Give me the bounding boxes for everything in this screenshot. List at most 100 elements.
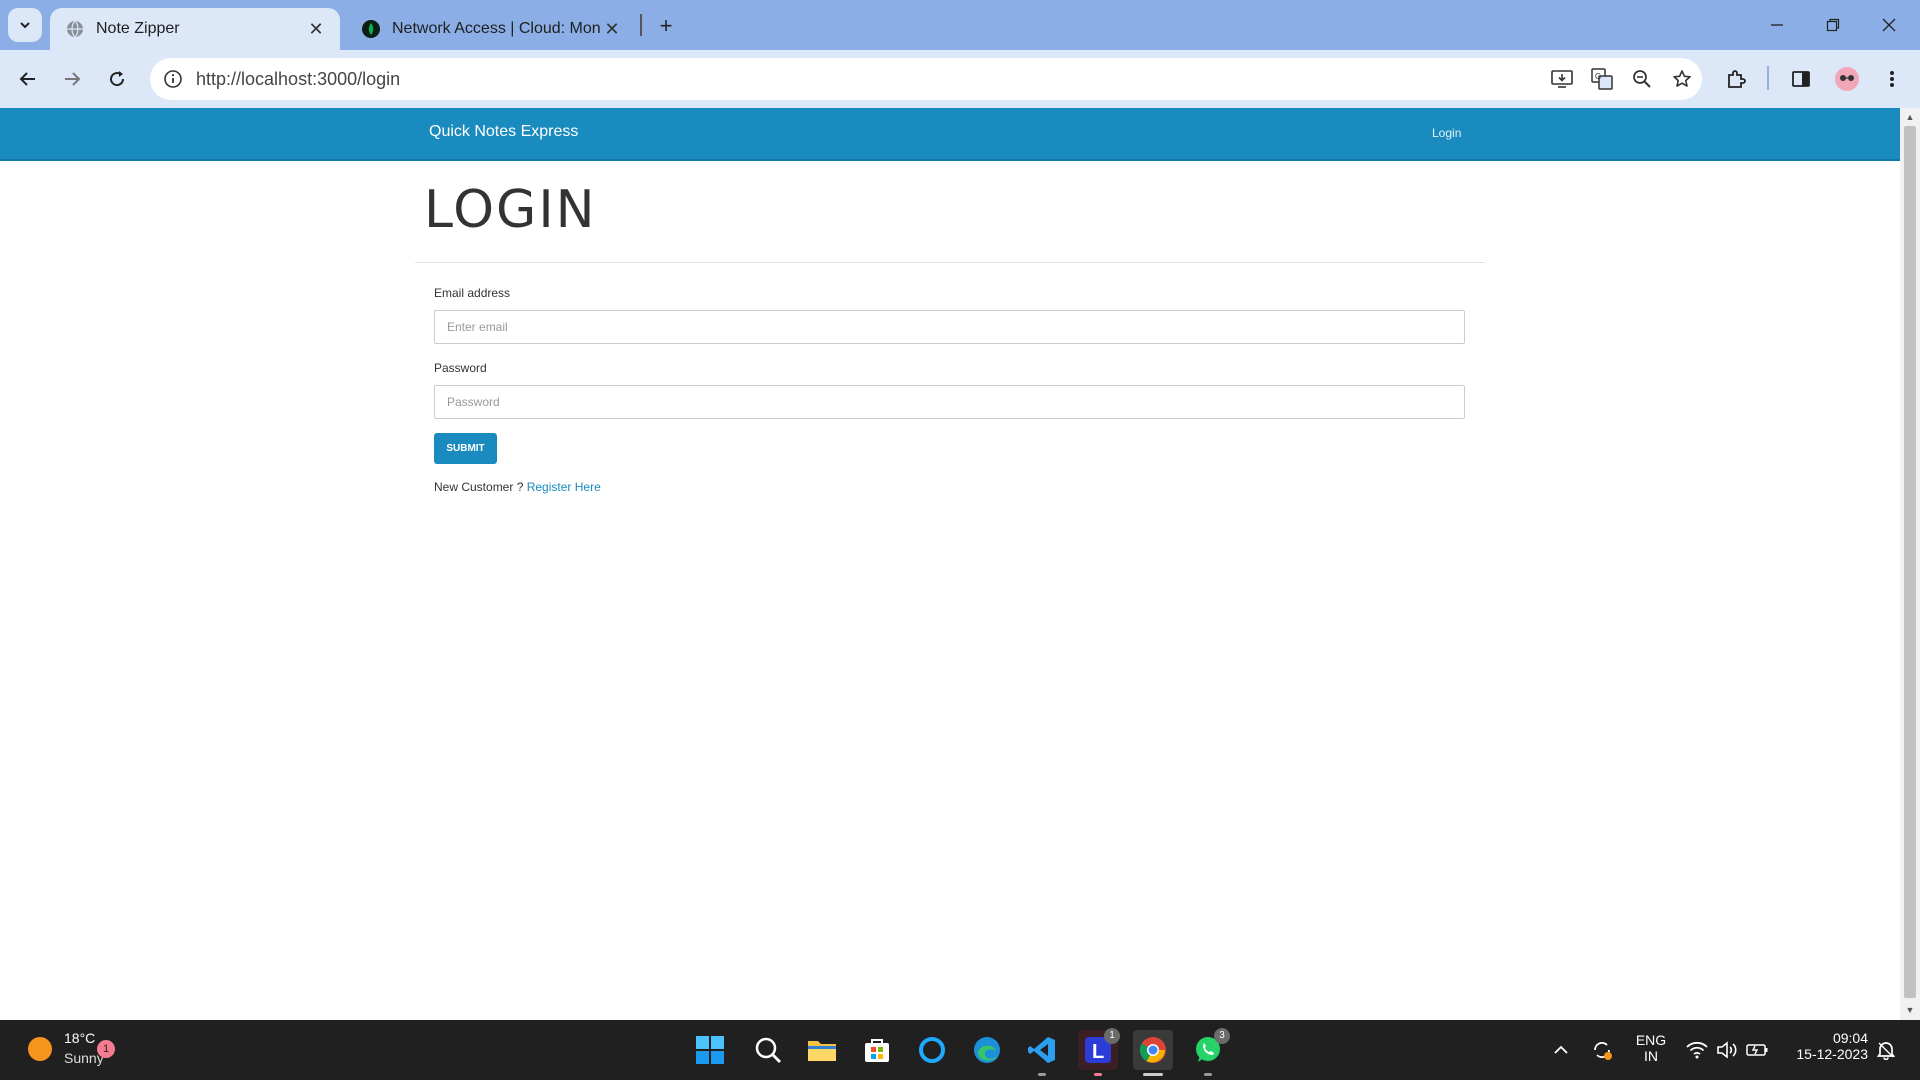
- address-bar[interactable]: http://localhost:3000/login G: [150, 58, 1702, 100]
- vscode-icon: [1028, 1037, 1055, 1063]
- tab-separator: [640, 14, 642, 36]
- brand-link[interactable]: Quick Notes Express: [429, 123, 578, 141]
- weather-temperature[interactable]: 18°C: [64, 1030, 95, 1046]
- app-l-badge: 1: [1104, 1028, 1120, 1044]
- site-info-icon[interactable]: [162, 68, 184, 90]
- file-explorer-button[interactable]: [802, 1030, 842, 1070]
- running-indicator: [1094, 1073, 1102, 1076]
- vscode-button[interactable]: [1022, 1030, 1062, 1076]
- email-input[interactable]: [434, 310, 1465, 344]
- extensions-button[interactable]: [1720, 63, 1752, 95]
- reload-icon: [110, 71, 125, 87]
- new-customer-text: New Customer ?: [434, 480, 524, 494]
- site-navbar: Quick Notes Express Login: [0, 108, 1900, 161]
- search-icon: [755, 1037, 781, 1063]
- email-label: Email address: [434, 286, 511, 300]
- install-app-icon[interactable]: [1542, 63, 1582, 95]
- whatsapp-badge: 3: [1214, 1028, 1230, 1044]
- edge-button[interactable]: [967, 1030, 1007, 1070]
- translate-icon[interactable]: G: [1582, 63, 1622, 95]
- forward-button[interactable]: [56, 63, 88, 95]
- svg-text:G: G: [1595, 72, 1601, 81]
- tab-network-access[interactable]: Network Access | Cloud: Mongo ✕: [346, 8, 636, 50]
- new-tab-button[interactable]: +: [652, 12, 680, 40]
- scrollbar-thumb[interactable]: [1904, 126, 1916, 998]
- notification-bell-icon[interactable]: [1874, 1038, 1898, 1062]
- close-window-button[interactable]: [1866, 8, 1912, 42]
- close-tab-icon[interactable]: ✕: [304, 17, 328, 41]
- minimize-icon: [1771, 24, 1783, 26]
- weather-notification-badge: 1: [97, 1040, 115, 1058]
- clock[interactable]: 09:04 15-12-2023: [1784, 1030, 1868, 1062]
- avatar-icon: [1835, 67, 1859, 91]
- profile-avatar[interactable]: [1831, 63, 1863, 95]
- microsoft-store-button[interactable]: [857, 1030, 897, 1070]
- page-scrollbar[interactable]: ▲ ▼: [1900, 108, 1920, 1020]
- page-title: LOGIN: [424, 180, 597, 240]
- restore-button[interactable]: [1810, 8, 1856, 42]
- register-link[interactable]: Register Here: [527, 480, 601, 494]
- language-code: ENG: [1635, 1032, 1667, 1048]
- puzzle-icon: [1728, 70, 1746, 88]
- close-tab-icon[interactable]: ✕: [600, 17, 624, 41]
- scroll-up-arrow-icon[interactable]: ▲: [1904, 111, 1916, 123]
- volume-icon[interactable]: [1715, 1038, 1739, 1062]
- minimize-button[interactable]: [1754, 8, 1800, 42]
- cortana-button[interactable]: [912, 1030, 952, 1070]
- chevron-down-icon: [20, 22, 30, 29]
- arrow-left-icon: [19, 72, 35, 86]
- battery-icon[interactable]: [1745, 1038, 1769, 1062]
- running-indicator: [1204, 1073, 1212, 1076]
- password-input[interactable]: [434, 385, 1465, 419]
- bookmark-star-icon[interactable]: [1662, 63, 1702, 95]
- clock-time: 09:04: [1832, 1030, 1868, 1046]
- folder-icon: [808, 1041, 836, 1061]
- toolbar-divider: [1767, 66, 1769, 90]
- tab-note-zipper[interactable]: Note Zipper ✕: [50, 8, 340, 50]
- globe-icon: [66, 20, 84, 38]
- sun-icon[interactable]: [28, 1037, 52, 1061]
- back-button[interactable]: [12, 63, 44, 95]
- side-panel-icon: [1792, 71, 1810, 87]
- restore-icon: [1826, 18, 1840, 32]
- browser-toolbar: http://localhost:3000/login G: [0, 50, 1920, 108]
- search-button[interactable]: [748, 1030, 788, 1070]
- submit-button[interactable]: SUBMIT: [434, 433, 497, 464]
- kebab-menu-icon: [1890, 71, 1894, 87]
- browser-tab-bar: Note Zipper ✕ Network Access | Cloud: Mo…: [0, 0, 1920, 50]
- tab-title: Note Zipper: [96, 20, 180, 37]
- mongodb-leaf-icon: [362, 20, 380, 38]
- sync-icon[interactable]: [1590, 1038, 1614, 1062]
- url-text: http://localhost:3000/login: [196, 68, 401, 89]
- start-button[interactable]: [690, 1030, 730, 1070]
- tab-title: Network Access | Cloud: Mongo: [392, 20, 600, 37]
- nav-login-link[interactable]: Login: [1432, 126, 1461, 140]
- close-icon: [1882, 18, 1896, 32]
- side-panel-button[interactable]: [1785, 63, 1817, 95]
- show-hidden-icons-chevron-up-icon[interactable]: [1549, 1038, 1573, 1062]
- cortana-ring-icon: [919, 1037, 945, 1063]
- chrome-icon: [1139, 1037, 1166, 1063]
- whatsapp-button[interactable]: 3: [1188, 1028, 1230, 1076]
- zoom-icon[interactable]: [1622, 63, 1662, 95]
- running-indicator: [1038, 1073, 1046, 1076]
- active-indicator: [1143, 1073, 1163, 1076]
- taskbar: 18°C Sunny 1 L 1 3 ENG IN 09:04 15-12-20…: [0, 1020, 1920, 1080]
- scroll-down-arrow-icon[interactable]: ▼: [1904, 1004, 1916, 1016]
- app-l-button[interactable]: L 1: [1078, 1028, 1120, 1076]
- chrome-button[interactable]: [1133, 1030, 1173, 1076]
- register-prompt: New Customer ? Register Here: [434, 480, 601, 494]
- language-indicator[interactable]: ENG IN: [1633, 1032, 1669, 1064]
- divider: [415, 262, 1485, 263]
- tab-search-button[interactable]: [8, 8, 42, 42]
- arrow-right-icon: [65, 72, 81, 86]
- password-label: Password: [434, 361, 487, 375]
- wifi-icon[interactable]: [1685, 1038, 1709, 1062]
- region-code: IN: [1644, 1048, 1658, 1064]
- browser-menu-button[interactable]: [1876, 63, 1908, 95]
- edge-icon: [974, 1037, 1000, 1063]
- page-viewport: Quick Notes Express Login LOGIN Email ad…: [0, 108, 1900, 1020]
- windows-logo-icon: [696, 1036, 724, 1064]
- reload-button[interactable]: [101, 63, 133, 95]
- clock-date: 15-12-2023: [1796, 1046, 1868, 1062]
